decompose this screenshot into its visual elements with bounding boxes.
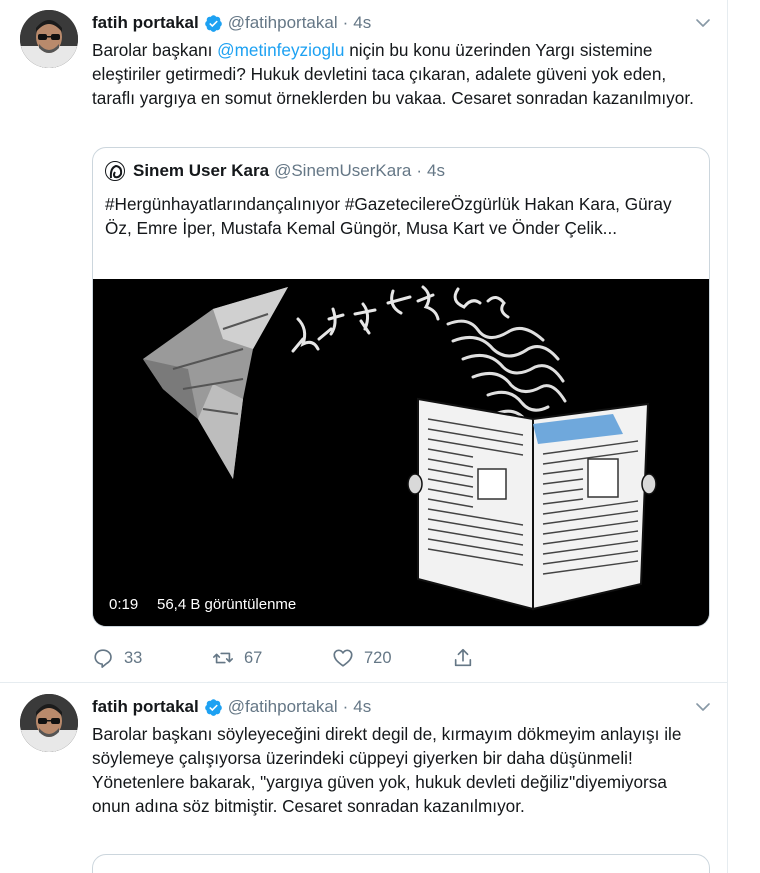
quoted-tweet[interactable] — [92, 854, 710, 873]
timeline: fatih portakal @fatihportakal · 4s Barol… — [0, 0, 728, 873]
like-button[interactable]: 720 — [332, 647, 392, 669]
retweet-icon — [213, 652, 233, 664]
author-name[interactable]: fatih portakal — [92, 697, 199, 717]
chevron-down-icon[interactable] — [694, 698, 712, 716]
retweet-button[interactable]: 67 — [212, 647, 262, 669]
verified-badge-icon — [204, 698, 222, 716]
quoted-author-name: Sinem User Kara — [133, 161, 270, 180]
reply-button[interactable]: 33 — [92, 647, 142, 669]
timestamp[interactable]: 4s — [353, 697, 371, 717]
author-handle[interactable]: @fatihportakal — [228, 13, 338, 33]
video-duration: 0:19 — [103, 593, 145, 617]
page-margin — [728, 0, 760, 873]
separator-dot: · — [342, 697, 349, 716]
author-name[interactable]: fatih portakal — [92, 13, 199, 33]
tweet-text: Barolar başkanı @metinfeyzioglu niçin bu… — [92, 38, 702, 110]
separator-dot: · — [416, 161, 422, 180]
mention-link[interactable]: @metinfeyzioglu — [217, 40, 344, 60]
like-icon — [333, 649, 353, 667]
quoted-tweet-header: Sinem User Kara @SinemUserKara · 4s — [105, 160, 445, 182]
retweet-count: 67 — [244, 648, 263, 667]
like-count: 720 — [364, 648, 392, 667]
quoted-avatar-image — [109, 164, 123, 179]
quoted-tweet-text: #Hergünhayatlarındançalınıyor #Gazetecil… — [105, 194, 672, 238]
newspaper-illustration — [407, 397, 657, 611]
verified-badge-icon — [204, 14, 222, 32]
video-player[interactable]: 0:19 56,4 B görüntülenme — [93, 279, 709, 626]
quoted-timestamp: 4s — [427, 161, 445, 180]
video-thumbnail — [93, 279, 709, 626]
author-handle[interactable]: @fatihportakal — [228, 697, 338, 717]
quoted-author-handle: @SinemUserKara — [274, 161, 412, 180]
reply-count: 33 — [124, 648, 143, 667]
chevron-down-icon[interactable] — [694, 14, 712, 32]
avatar-image — [20, 694, 78, 752]
timestamp[interactable]: 4s — [353, 13, 371, 33]
separator-dot: · — [342, 13, 349, 32]
avatar[interactable] — [20, 694, 78, 752]
avatar[interactable] — [20, 10, 78, 68]
avatar-image — [20, 10, 78, 68]
tweet-header: fatih portakal @fatihportakal · 4s — [92, 696, 371, 718]
video-view-count: 56,4 B görüntülenme — [151, 593, 303, 617]
tweet-text: Barolar başkanı söyleyeceğini direkt deg… — [92, 724, 682, 816]
share-icon — [454, 648, 472, 667]
tweet-header: fatih portakal @fatihportakal · 4s — [92, 12, 371, 34]
quoted-tweet[interactable]: Sinem User Kara @SinemUserKara · 4s #Her… — [92, 147, 710, 627]
share-button[interactable] — [452, 647, 484, 669]
quoted-avatar — [105, 161, 125, 181]
tweet[interactable]: fatih portakal @fatihportakal · 4s Barol… — [0, 684, 728, 873]
tweet-text-part: Barolar başkanı — [92, 40, 218, 60]
tweet[interactable]: fatih portakal @fatihportakal · 4s Barol… — [0, 0, 728, 683]
reply-icon — [94, 649, 112, 668]
